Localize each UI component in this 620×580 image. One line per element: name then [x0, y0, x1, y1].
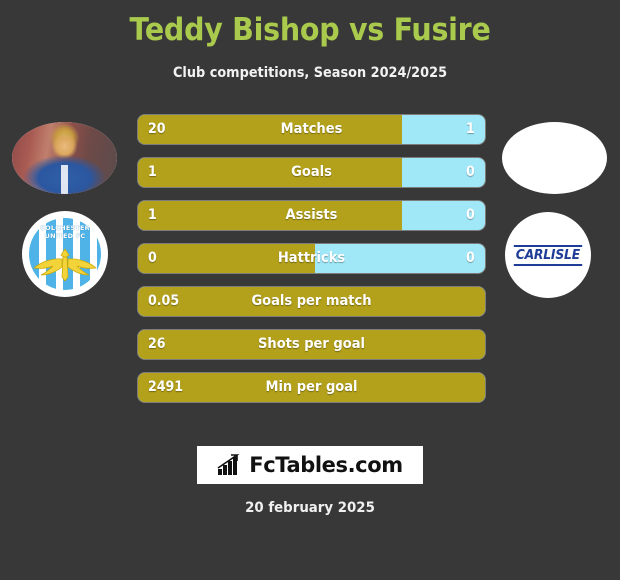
fctables-logo[interactable]: FcTables.com: [197, 446, 423, 484]
jersey-stripe: [61, 165, 69, 194]
stat-row-assists: 1 Assists 0: [138, 201, 485, 230]
crest-text: COLCHESTER UNITED FC: [22, 224, 108, 240]
right-value: 0: [466, 207, 475, 223]
fctables-logo-text: FcTables.com: [249, 453, 403, 477]
stat-label: Matches: [280, 121, 343, 137]
bar-chart-icon: [217, 454, 240, 475]
stat-label: Goals per match: [251, 293, 372, 309]
footer-date: 20 february 2025: [245, 500, 375, 516]
stat-label: Goals: [291, 164, 332, 180]
stat-row-matches: 20 Matches 1: [138, 115, 485, 144]
crest-text-line1: COLCHESTER: [40, 224, 90, 232]
page-title: Teddy Bishop vs Fusire: [129, 12, 491, 48]
right-value: 0: [466, 250, 475, 266]
page-subtitle: Club competitions, Season 2024/2025: [172, 65, 448, 81]
left-player-photo: [12, 122, 117, 194]
crest-text-line2: UNITED FC: [44, 232, 86, 240]
left-player-column: COLCHESTER UNITED FC: [0, 115, 130, 297]
right-player-photo: [502, 122, 607, 194]
right-player-column: CARLISLE: [490, 115, 620, 298]
stat-row-goals: 1 Goals 0: [138, 158, 485, 187]
badge-text: CARLISLE: [513, 244, 583, 266]
stat-label: Min per goal: [265, 379, 358, 395]
left-club-crest: COLCHESTER UNITED FC: [22, 211, 108, 297]
stat-row-min-per-goal: 2491 Min per goal: [138, 373, 485, 402]
stat-label: Assists: [285, 207, 338, 223]
right-value: 0: [466, 164, 475, 180]
stat-label: Shots per goal: [258, 336, 365, 352]
stat-label: Hattricks: [277, 250, 346, 266]
stat-row-shots-per-goal: 26 Shots per goal: [138, 330, 485, 359]
stat-row-goals-per-match: 0.05 Goals per match: [138, 287, 485, 316]
stat-bars-list: 20 Matches 1 1 Goals 0 1 Assists 0 0 Hat…: [138, 115, 485, 416]
stat-row-hattricks: 0 Hattricks 0: [138, 244, 485, 273]
right-value: 1: [466, 121, 475, 137]
right-club-badge: CARLISLE: [505, 212, 591, 298]
eagle-icon: [33, 248, 97, 282]
